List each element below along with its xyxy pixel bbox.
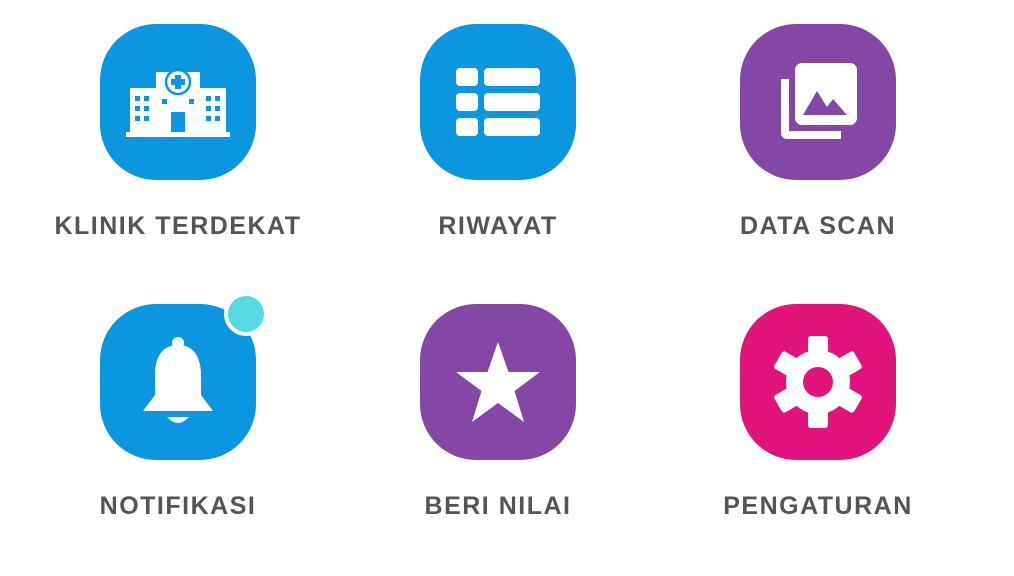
menu-item-data-scan[interactable]: DATA SCAN	[688, 24, 948, 264]
hospital-icon	[126, 68, 230, 137]
beri-nilai-icon-box[interactable]	[420, 304, 576, 460]
menu-label: RIWAYAT	[438, 212, 558, 240]
menu-item-klinik-terdekat[interactable]: KLINIK TERDEKAT	[48, 24, 308, 264]
menu-label: NOTIFIKASI	[99, 492, 257, 520]
data-scan-icon-box[interactable]	[740, 24, 896, 180]
menu-item-pengaturan[interactable]: PENGATURAN	[688, 304, 948, 544]
list-icon	[456, 68, 540, 136]
menu-label: PENGATURAN	[723, 492, 913, 520]
bell-icon	[143, 337, 213, 423]
pengaturan-icon-box[interactable]	[740, 304, 896, 460]
menu-label: KLINIK TERDEKAT	[54, 212, 302, 240]
menu-item-beri-nilai[interactable]: BERI NILAI	[368, 304, 628, 544]
gear-icon	[774, 336, 862, 428]
menu-item-notifikasi[interactable]: NOTIFIKASI	[48, 292, 308, 544]
menu-item-riwayat[interactable]: RIWAYAT	[368, 24, 628, 264]
riwayat-icon-box[interactable]	[420, 24, 576, 180]
klinik-terdekat-icon-box[interactable]	[100, 24, 256, 180]
menu-label: BERI NILAI	[424, 492, 572, 520]
star-icon	[456, 342, 540, 422]
menu-label: DATA SCAN	[739, 212, 897, 240]
photo-gallery-icon	[781, 63, 857, 139]
main-menu-grid: KLINIK TERDEKAT RIWAYAT DATA SCAN NOTIFI…	[0, 0, 1014, 576]
notification-badge	[224, 292, 268, 336]
